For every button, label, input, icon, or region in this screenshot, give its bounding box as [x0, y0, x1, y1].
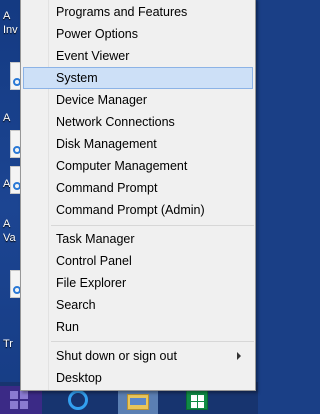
menu-item-event-viewer[interactable]: Event Viewer	[23, 45, 253, 67]
menu-item-programs-and-features[interactable]: Programs and Features	[23, 1, 253, 23]
desktop-shortcut-label-line2: Inv	[3, 24, 18, 36]
menu-item-disk-management[interactable]: Disk Management	[23, 133, 253, 155]
menu-item-device-manager[interactable]: Device Manager	[23, 89, 253, 111]
menu-item-system[interactable]: System	[23, 67, 253, 89]
desktop-shortcut-label: Tr	[3, 338, 13, 350]
menu-item-run[interactable]: Run	[23, 316, 253, 338]
menu-item-search[interactable]: Search	[23, 294, 253, 316]
desktop-shortcut-label: A	[3, 218, 11, 230]
menu-item-file-explorer[interactable]: File Explorer	[23, 272, 253, 294]
menu-item-command-prompt-admin[interactable]: Command Prompt (Admin)	[23, 199, 253, 221]
desktop-shortcut-label-line2: Va	[3, 232, 16, 244]
menu-separator	[51, 341, 254, 342]
menu-item-network-connections[interactable]: Network Connections	[23, 111, 253, 133]
menu-item-computer-management[interactable]: Computer Management	[23, 155, 253, 177]
menu-item-task-manager[interactable]: Task Manager	[23, 228, 253, 250]
menu-separator	[51, 225, 254, 226]
menu-item-control-panel[interactable]: Control Panel	[23, 250, 253, 272]
menu-item-command-prompt[interactable]: Command Prompt	[23, 177, 253, 199]
start-icon	[10, 391, 28, 409]
desktop-shortcut-label: A	[3, 112, 11, 124]
menu-item-label: Shut down or sign out	[56, 349, 177, 363]
submenu-arrow-icon	[237, 352, 241, 360]
store-icon	[186, 390, 208, 410]
menu-item-desktop[interactable]: Desktop	[23, 367, 253, 389]
file-explorer-icon	[127, 394, 149, 410]
power-user-menu: Programs and Features Power Options Even…	[20, 0, 256, 391]
menu-item-power-options[interactable]: Power Options	[23, 23, 253, 45]
menu-item-shut-down-or-sign-out[interactable]: Shut down or sign out	[23, 345, 253, 367]
internet-explorer-icon	[68, 390, 88, 410]
desktop-shortcut-label: A	[3, 10, 11, 22]
